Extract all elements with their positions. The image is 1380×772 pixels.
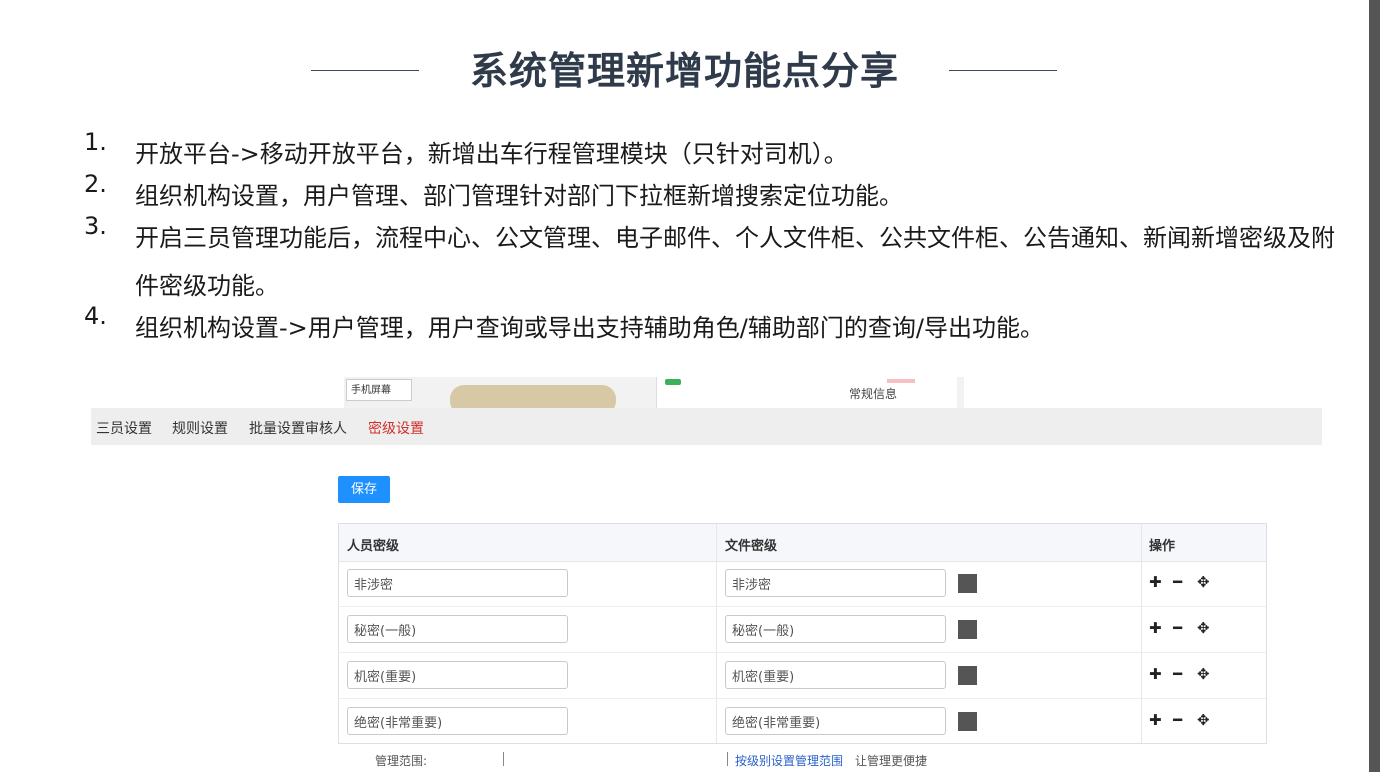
move-icon[interactable]: ✥ xyxy=(1197,665,1221,683)
feature-item: 1. 开放平台->移动开放平台，新增出车行程管理模块（只针对司机）。 xyxy=(84,130,1354,178)
feature-text: 开启三员管理功能后，流程中心、公文管理、电子邮件、个人文件柜、公共文件柜、公告通… xyxy=(135,224,1335,300)
divider xyxy=(727,752,728,766)
move-icon[interactable]: ✥ xyxy=(1197,573,1221,591)
table-row: ✚━✥ xyxy=(339,699,1266,745)
move-icon[interactable]: ✥ xyxy=(1197,711,1221,729)
save-button[interactable]: 保存 xyxy=(338,476,390,503)
background-screenshot: 手机屏幕 常规信息 xyxy=(344,377,964,409)
file-level-input[interactable] xyxy=(725,569,946,597)
table-header: 人员密级 文件密级 操作 xyxy=(339,524,1266,562)
person-level-input[interactable] xyxy=(347,615,568,643)
table-row: ✚━✥ xyxy=(339,561,1266,607)
column-header-actions: 操作 xyxy=(1149,539,1176,554)
feature-item: 2. 组织机构设置，用户管理、部门管理针对部门下拉框新增搜索定位功能。 xyxy=(84,172,1354,220)
file-level-input[interactable] xyxy=(725,661,946,689)
feature-item: 4. 组织机构设置->用户管理，用户查询或导出支持辅助角色/辅助部门的查询/导出… xyxy=(84,304,1354,352)
plus-icon[interactable]: ✚ xyxy=(1149,619,1173,637)
move-icon[interactable]: ✥ xyxy=(1197,619,1221,637)
plus-icon[interactable]: ✚ xyxy=(1149,665,1173,683)
column-header-file-level: 文件密级 xyxy=(725,539,778,554)
person-level-input[interactable] xyxy=(347,661,568,689)
row-actions: ✚ ━ ✥ xyxy=(1149,619,1221,637)
plus-icon[interactable]: ✚ xyxy=(1149,573,1173,591)
slide-header: 系统管理新增功能点分享 xyxy=(0,38,1369,98)
level-color-swatch[interactable] xyxy=(958,712,977,731)
tab-rule-settings[interactable]: 规则设置 xyxy=(172,418,228,438)
feature-number: 2. xyxy=(84,170,107,198)
tab-security-level-settings[interactable]: 密级设置 xyxy=(368,418,424,438)
row-actions: ✚ ━ ✥ xyxy=(1149,665,1221,683)
panel-label: 常规信息 xyxy=(849,387,898,401)
feature-item: 3. 开启三员管理功能后，流程中心、公文管理、电子邮件、个人文件柜、公共文件柜、… xyxy=(84,214,1354,310)
bottom-background-peek: 管理范围: 按级别设置管理范围 让管理更便捷 xyxy=(365,750,985,772)
pink-badge xyxy=(887,379,915,383)
divider xyxy=(503,752,504,766)
slide-title: 系统管理新增功能点分享 xyxy=(469,49,899,93)
level-color-swatch[interactable] xyxy=(958,620,977,639)
feature-text: 组织机构设置，用户管理、部门管理针对部门下拉框新增搜索定位功能。 xyxy=(135,182,903,210)
plus-icon[interactable]: ✚ xyxy=(1149,711,1173,729)
manage-scope-label: 管理范围: xyxy=(375,754,428,768)
table-row: ✚━✥ xyxy=(339,607,1266,653)
column-header-person-level: 人员密级 xyxy=(347,539,400,554)
title-rule-right xyxy=(949,70,1057,71)
level-color-swatch[interactable] xyxy=(958,666,977,685)
person-level-input[interactable] xyxy=(347,707,568,735)
manage-scope-link[interactable]: 按级别设置管理范围 xyxy=(735,752,843,769)
tab-batch-reviewer-settings[interactable]: 批量设置审核人 xyxy=(249,418,347,438)
security-level-table: 人员密级 文件密级 操作 ✚━✥ ✚━✥ ✚━✥ xyxy=(338,523,1267,744)
feature-number: 3. xyxy=(84,212,107,240)
device-frame-image xyxy=(450,385,616,409)
row-actions: ✚ ━ ✥ xyxy=(1149,711,1221,729)
file-level-input[interactable] xyxy=(725,615,946,643)
row-actions: ✚ ━ ✥ xyxy=(1149,573,1221,591)
feature-number: 1. xyxy=(84,128,107,156)
slide-edge-bar xyxy=(1369,0,1380,772)
feature-text: 组织机构设置->用户管理，用户查询或导出支持辅助角色/辅助部门的查询/导出功能。 xyxy=(135,314,1044,342)
minus-icon[interactable]: ━ xyxy=(1173,573,1197,591)
settings-panel: 常规信息 xyxy=(656,377,957,409)
minus-icon[interactable]: ━ xyxy=(1173,711,1197,729)
security-level-settings-screenshot: 三员设置 规则设置 批量设置审核人 密级设置 保存 人员密级 文件密级 操作 ✚… xyxy=(91,408,1322,750)
table-row: ✚━✥ xyxy=(339,653,1266,699)
minus-icon[interactable]: ━ xyxy=(1173,665,1197,683)
manage-scope-hint: 让管理更便捷 xyxy=(855,754,928,768)
tab-three-member-settings[interactable]: 三员设置 xyxy=(96,418,152,438)
settings-tab-bar: 三员设置 规则设置 批量设置审核人 密级设置 xyxy=(91,408,1322,445)
file-level-input[interactable] xyxy=(725,707,946,735)
feature-text: 开放平台->移动开放平台，新增出车行程管理模块（只针对司机）。 xyxy=(135,140,848,168)
level-color-swatch[interactable] xyxy=(958,574,977,593)
status-badge xyxy=(665,379,681,385)
minus-icon[interactable]: ━ xyxy=(1173,619,1197,637)
phone-screen-tab: 手机屏幕 xyxy=(346,379,412,401)
person-level-input[interactable] xyxy=(347,569,568,597)
feature-number: 4. xyxy=(84,302,107,330)
feature-list: 1. 开放平台->移动开放平台，新增出车行程管理模块（只针对司机）。 2. 组织… xyxy=(84,130,1354,352)
